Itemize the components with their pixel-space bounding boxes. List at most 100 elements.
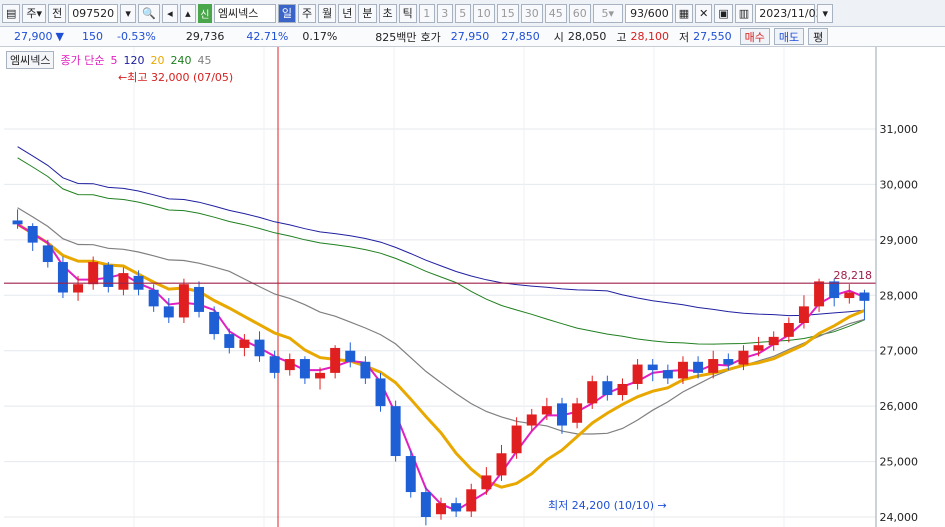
candle-body	[632, 364, 643, 384]
max-price-annotation: ←최고 32,000 (07/05)	[118, 71, 233, 84]
candle-body	[360, 361, 371, 379]
ask-price: 27,950	[450, 30, 490, 43]
candle-body	[405, 456, 416, 493]
reference-value-label: 28,218	[834, 269, 873, 282]
new-badge: 신	[197, 3, 212, 23]
minute-3-button[interactable]: 3	[436, 3, 453, 23]
price-change: 150	[81, 30, 103, 43]
speaker-icon[interactable]: ◂	[161, 3, 178, 23]
moving-average-lines	[16, 146, 865, 512]
period-tick-button[interactable]: 틱	[398, 3, 417, 23]
y-tick-label: 24,000	[880, 511, 919, 524]
price-chart[interactable]: 28,218LC:15.29HC:-12.8127,900-0.53%←최고 3…	[0, 47, 945, 527]
y-tick-label: 28,000	[880, 289, 919, 302]
minute-60-button[interactable]: 60	[568, 3, 591, 23]
candle-body	[178, 284, 189, 318]
save-icon[interactable]: ▣	[714, 3, 733, 23]
candle-body	[27, 226, 38, 243]
evaluate-button[interactable]: 평	[808, 28, 829, 45]
crosshair-icon[interactable]: ✕	[695, 3, 713, 23]
interval-select[interactable]: 5 ▾	[592, 3, 623, 23]
candle-body	[420, 492, 431, 517]
candle-body	[284, 359, 295, 371]
candle-body	[708, 359, 719, 373]
legend-ma-240: 240	[170, 53, 192, 67]
scroll-icon[interactable]: ▴	[179, 3, 196, 23]
candle-body	[269, 356, 280, 373]
code-dropdown-button[interactable]: ▾	[120, 3, 137, 23]
candle-body	[148, 289, 159, 307]
bid-price: 27,850	[501, 30, 540, 43]
candle-body	[783, 323, 794, 337]
minute-45-button[interactable]: 45	[544, 3, 567, 23]
ma-120-line	[17, 146, 865, 317]
code-input[interactable]: 097520	[68, 3, 119, 23]
candle-body	[299, 359, 310, 379]
candle-body	[224, 334, 235, 348]
candle-body	[859, 292, 870, 301]
market-select[interactable]: 주 ▾	[22, 3, 47, 23]
minute-30-button[interactable]: 30	[520, 3, 543, 23]
y-tick-label: 25,000	[880, 456, 919, 469]
candle-body	[254, 339, 265, 357]
high-price: 28,100	[630, 30, 670, 43]
prev-button[interactable]: 전	[48, 3, 67, 23]
open-label: 시	[553, 30, 564, 44]
high-label: 고	[616, 30, 627, 44]
date-field[interactable]: 2023/11/03	[755, 3, 823, 23]
grid-icon[interactable]: ▦	[674, 3, 694, 23]
calendar-icon[interactable]: ▥	[734, 3, 754, 23]
y-tick-label: 26,000	[880, 400, 919, 413]
candle-body	[662, 370, 673, 379]
price-change-pct: -0.53%	[116, 30, 156, 43]
candle-body	[315, 372, 326, 379]
ma-20-line	[16, 223, 865, 489]
minute-5-button[interactable]: 5	[454, 3, 471, 23]
period-day-button[interactable]: 일	[277, 3, 297, 23]
candle-body	[556, 403, 567, 426]
candle-body	[753, 345, 764, 351]
sell-button[interactable]: 매도	[773, 28, 805, 45]
y-tick-label: 27,000	[880, 345, 919, 358]
candle-body	[345, 350, 356, 362]
period-week-button[interactable]: 주	[298, 3, 317, 23]
candle-body	[57, 262, 68, 293]
minute-15-button[interactable]: 15	[496, 3, 519, 23]
page-count-field[interactable]: 93/600	[624, 3, 673, 23]
price-axis: 31,000 30,000 29,000 28,000 27,000 26,000 25,0…	[875, 47, 945, 527]
legend-stock-name[interactable]: 엠씨넥스	[6, 51, 55, 69]
chart-type-icon[interactable]: ▤	[2, 3, 21, 23]
period-minute-button[interactable]: 분	[358, 3, 377, 23]
candle-body	[511, 425, 522, 454]
y-tick-label: 30,000	[880, 178, 919, 191]
buy-button[interactable]: 매수	[739, 28, 770, 45]
current-price: 27,900	[14, 30, 53, 43]
period-month-button[interactable]: 월	[318, 3, 337, 23]
candle-body	[693, 361, 704, 373]
period-second-button[interactable]: 초	[378, 3, 397, 23]
turnover-rate: 0.17%	[302, 30, 338, 43]
y-tick-label: 29,000	[880, 234, 919, 247]
date-dropdown-button[interactable]: ▾	[817, 3, 834, 23]
candle-body	[436, 503, 446, 515]
y-tick-label: 31,000	[880, 123, 919, 136]
search-icon[interactable]: 🔍	[138, 3, 160, 23]
candle-body	[163, 306, 174, 318]
ma-240-line	[17, 157, 865, 345]
min-price-annotation: 최저 24,200 (10/10) →	[548, 499, 667, 512]
candle-body	[723, 359, 734, 365]
candle-body	[390, 406, 401, 457]
candle-body	[12, 220, 23, 225]
legend-ma-5: 5	[110, 53, 118, 67]
candle-body	[239, 339, 250, 348]
period-year-button[interactable]: 년	[338, 3, 357, 23]
candle-body	[118, 273, 129, 290]
open-price: 28,050	[567, 30, 607, 43]
quote-info-bar: 27,900 ▼ 150 -0.53% 29,736 42.71% 0.17% …	[0, 27, 945, 47]
candle-body	[209, 311, 220, 335]
legend-ma-45: 45	[197, 53, 212, 67]
minute-10-button[interactable]: 10	[472, 3, 495, 23]
candle-body	[647, 364, 658, 371]
candle-body	[572, 403, 583, 423]
minute-1-button[interactable]: 1	[418, 3, 435, 23]
